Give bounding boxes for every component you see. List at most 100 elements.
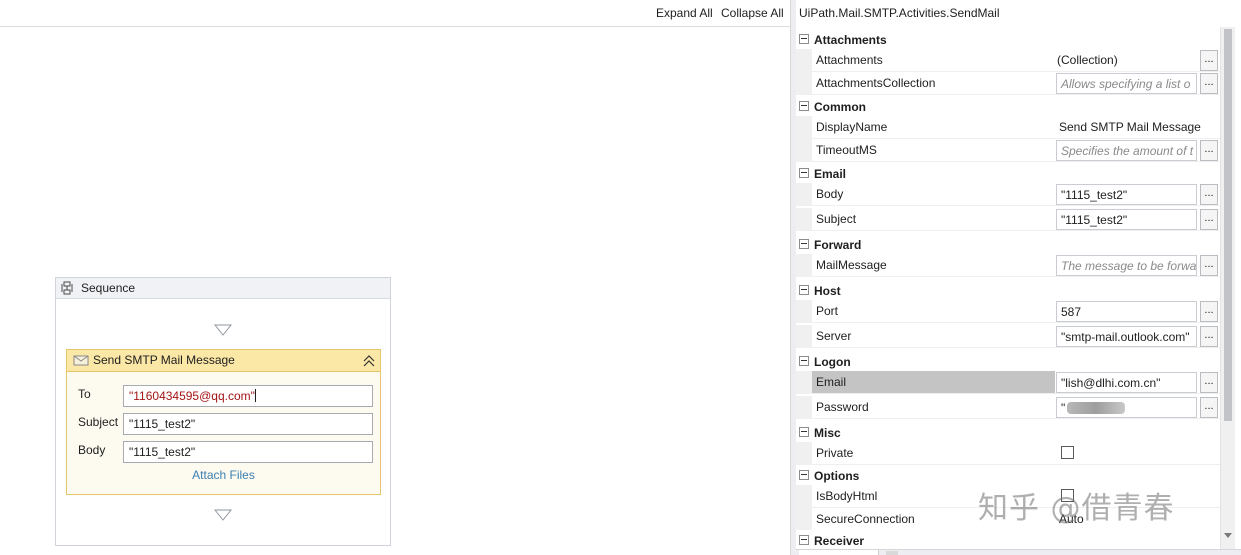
email-input[interactable]: "lish@dlhi.com.cn" xyxy=(1056,372,1197,393)
sequence-title: Sequence xyxy=(81,281,136,295)
collapse-toggle-icon[interactable] xyxy=(799,101,809,111)
display-name-value[interactable]: Send SMTP Mail Message xyxy=(1059,120,1201,134)
password-input[interactable]: " xyxy=(1056,397,1197,418)
property-row-attachments[interactable]: Attachments (Collection) ... xyxy=(796,49,1220,72)
panel-tab-strip xyxy=(796,549,1241,555)
ellipsis-button[interactable]: ... xyxy=(1200,209,1218,230)
ellipsis-button[interactable]: ... xyxy=(1200,255,1218,276)
property-name-selected: Email xyxy=(812,371,1055,394)
property-row-mail-message[interactable]: MailMessage The message to be forwa ... xyxy=(796,254,1220,277)
row-gutter xyxy=(796,508,812,531)
scrollbar-thumb[interactable] xyxy=(1224,29,1232,421)
ellipsis-button[interactable]: ... xyxy=(1200,301,1218,322)
property-name: MailMessage xyxy=(812,254,1055,277)
ellipsis-button[interactable]: ... xyxy=(1200,184,1218,205)
collapse-all-button[interactable]: Collapse All xyxy=(721,6,784,20)
row-gutter xyxy=(796,139,812,162)
property-name: Private xyxy=(812,442,1055,465)
attach-files-link[interactable]: Attach Files xyxy=(67,468,380,482)
text-caret xyxy=(254,389,256,402)
property-name: TimeoutMS xyxy=(812,139,1055,162)
collapse-toggle-icon[interactable] xyxy=(799,535,809,545)
category-name: Attachments xyxy=(814,33,887,47)
property-row-email[interactable]: Email "lish@dlhi.com.cn" ... xyxy=(796,371,1220,394)
property-row-attachments-collection[interactable]: AttachmentsCollection Allows specifying … xyxy=(796,72,1220,95)
panel-tab[interactable] xyxy=(799,550,879,555)
property-row-port[interactable]: Port 587 ... xyxy=(796,300,1220,323)
property-value-cell: "1115_test2" ... xyxy=(1055,208,1220,231)
panel-tab-icon[interactable] xyxy=(886,551,898,555)
property-value-cell: "lish@dlhi.com.cn" ... xyxy=(1055,371,1220,394)
row-gutter xyxy=(796,254,812,277)
collapse-toggle-icon[interactable] xyxy=(799,356,809,366)
category-name: Host xyxy=(814,284,841,298)
ellipsis-button[interactable]: ... xyxy=(1200,50,1218,71)
ellipsis-button[interactable]: ... xyxy=(1200,397,1218,418)
category-email[interactable]: Email xyxy=(796,163,1220,185)
row-gutter xyxy=(796,72,812,95)
category-name: Logon xyxy=(814,355,851,369)
vertical-scrollbar[interactable] xyxy=(1220,27,1235,549)
property-name: Password xyxy=(812,396,1055,419)
property-row-subject[interactable]: Subject "1115_test2" ... xyxy=(796,208,1220,231)
collapse-toggle-icon[interactable] xyxy=(799,34,809,44)
send-smtp-mail-activity[interactable]: Send SMTP Mail Message To "1160434595@qq… xyxy=(66,349,381,495)
server-input[interactable]: "smtp-mail.outlook.com" xyxy=(1056,326,1197,347)
property-value-cell[interactable]: Send SMTP Mail Message xyxy=(1055,116,1220,139)
properties-panel: UiPath.Mail.SMTP.Activities.SendMail Att… xyxy=(796,0,1241,555)
activity-header[interactable]: Send SMTP Mail Message xyxy=(67,350,380,372)
ellipsis-button[interactable]: ... xyxy=(1200,372,1218,393)
mail-message-input[interactable]: The message to be forwa xyxy=(1056,255,1197,276)
port-input[interactable]: 587 xyxy=(1056,301,1197,322)
collapse-toggle-icon[interactable] xyxy=(799,285,809,295)
category-host[interactable]: Host xyxy=(796,280,1220,302)
collapse-toggle-icon[interactable] xyxy=(799,168,809,178)
body-input[interactable]: "1115_test2" xyxy=(123,441,373,463)
sequence-header[interactable]: Sequence xyxy=(56,278,390,299)
category-attachments[interactable]: Attachments xyxy=(796,29,1220,51)
scroll-down-arrow-icon[interactable] xyxy=(1224,533,1232,538)
property-value: (Collection) xyxy=(1057,53,1118,67)
row-gutter xyxy=(796,485,812,508)
category-name: Common xyxy=(814,100,866,114)
property-row-private[interactable]: Private xyxy=(796,442,1220,465)
timeout-ms-input[interactable]: Specifies the amount of t xyxy=(1056,140,1197,161)
collapse-toggle-icon[interactable] xyxy=(799,239,809,249)
collapse-chevron-icon[interactable] xyxy=(363,354,375,368)
property-value-cell: "1115_test2" ... xyxy=(1055,183,1220,206)
category-misc[interactable]: Misc xyxy=(796,422,1220,444)
drop-target-arrow-icon[interactable] xyxy=(214,509,232,521)
property-row-timeout-ms[interactable]: TimeoutMS Specifies the amount of t ... xyxy=(796,139,1220,162)
row-gutter xyxy=(796,325,812,348)
sequence-container[interactable]: Sequence Send SMTP Mail Message To "1160… xyxy=(55,277,391,546)
property-name: Port xyxy=(812,300,1055,323)
category-name: Misc xyxy=(814,426,841,440)
ellipsis-button[interactable]: ... xyxy=(1200,326,1218,347)
body-property-input[interactable]: "1115_test2" xyxy=(1056,184,1197,205)
category-forward[interactable]: Forward xyxy=(796,234,1220,256)
subject-label: Subject xyxy=(78,415,119,429)
to-input[interactable]: "1160434595@qq.com" xyxy=(123,385,373,407)
property-name: Attachments xyxy=(812,49,1055,72)
private-checkbox[interactable] xyxy=(1061,446,1074,459)
property-row-password[interactable]: Password " ... xyxy=(796,396,1220,419)
property-row-server[interactable]: Server "smtp-mail.outlook.com" ... xyxy=(796,325,1220,348)
collapse-toggle-icon[interactable] xyxy=(799,470,809,480)
category-logon[interactable]: Logon xyxy=(796,351,1220,373)
property-row-display-name[interactable]: DisplayName Send SMTP Mail Message xyxy=(796,116,1220,139)
attachments-collection-input[interactable]: Allows specifying a list o xyxy=(1056,73,1197,94)
category-common[interactable]: Common xyxy=(796,96,1220,118)
workflow-designer: Expand All Collapse All Sequence Send SM… xyxy=(0,0,790,555)
collapse-toggle-icon[interactable] xyxy=(799,427,809,437)
expand-all-button[interactable]: Expand All xyxy=(656,6,713,20)
row-gutter xyxy=(796,300,812,323)
ellipsis-button[interactable]: ... xyxy=(1200,140,1218,161)
subject-input[interactable]: "1115_test2" xyxy=(123,413,373,435)
property-name: Body xyxy=(812,183,1055,206)
subject-property-input[interactable]: "1115_test2" xyxy=(1056,209,1197,230)
category-receiver[interactable]: Receiver xyxy=(796,530,1220,549)
ellipsis-button[interactable]: ... xyxy=(1200,73,1218,94)
row-gutter xyxy=(796,49,812,72)
property-row-body[interactable]: Body "1115_test2" ... xyxy=(796,183,1220,206)
drop-target-arrow-icon[interactable] xyxy=(214,324,232,336)
